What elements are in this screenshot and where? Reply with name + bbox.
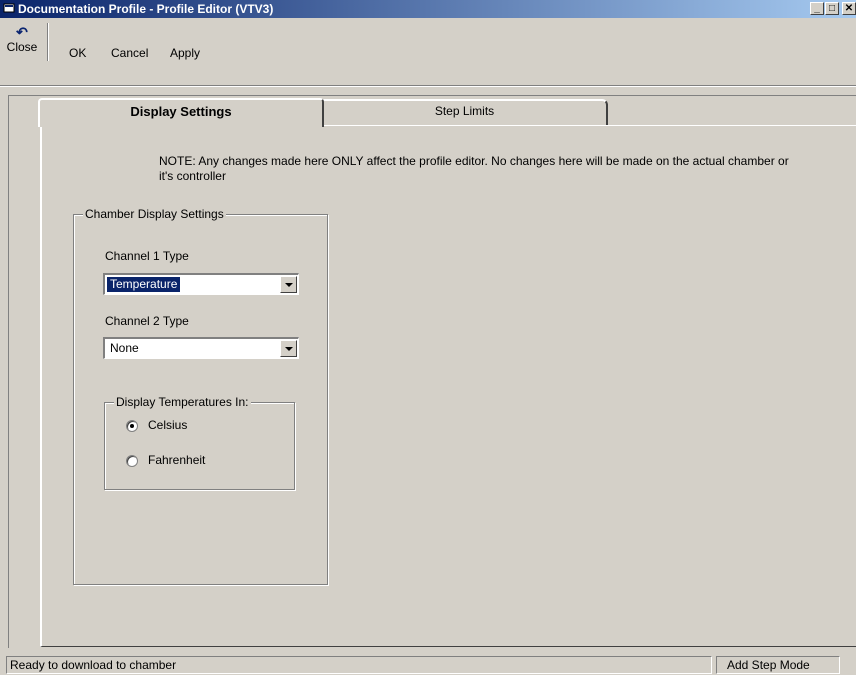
channel2-type-select[interactable]: None [103,337,299,359]
status-bar: Ready to download to chamber Add Step Mo… [0,654,856,675]
tab-display-settings[interactable]: Display Settings [38,98,324,127]
undo-icon: ↶ [16,24,28,40]
chevron-down-icon[interactable] [280,340,297,357]
close-button[interactable]: ↶ Close [1,24,43,62]
temperature-units-group [104,402,295,490]
cancel-button[interactable]: Cancel [111,46,148,60]
app-icon [3,3,15,13]
tab-step-limits[interactable]: Step Limits [322,99,608,125]
temperature-units-label: Display Temperatures In: [114,395,251,409]
window-title: Documentation Profile - Profile Editor (… [18,2,274,16]
fahrenheit-label[interactable]: Fahrenheit [148,453,205,467]
tab-strip-line [606,125,856,126]
fahrenheit-radio[interactable] [126,455,138,467]
toolbar-separator [47,23,49,61]
toolbar-divider [0,85,856,87]
status-mode: Add Step Mode [716,656,840,674]
ok-button[interactable]: OK [69,46,86,60]
tab-step-limits-label: Step Limits [434,104,495,118]
title-bar: Documentation Profile - Profile Editor (… [0,0,856,18]
maximize-button[interactable]: □ [825,2,839,15]
close-window-button[interactable]: ✕ [842,2,856,15]
channel2-type-value: None [110,341,139,355]
chevron-down-icon[interactable] [280,276,297,293]
apply-button[interactable]: Apply [170,46,200,60]
channel1-type-select[interactable]: Temperature [103,273,299,295]
channel2-type-label: Channel 2 Type [105,314,189,328]
celsius-radio[interactable] [126,420,138,432]
minimize-button[interactable]: _ [810,2,824,15]
channel1-type-value: Temperature [105,276,182,293]
chamber-display-settings-label: Chamber Display Settings [83,207,226,221]
celsius-label[interactable]: Celsius [148,418,187,432]
tab-display-settings-label: Display Settings [130,104,232,119]
close-button-label: Close [6,40,38,54]
channel1-type-label: Channel 1 Type [105,249,189,263]
note-text: NOTE: Any changes made here ONLY affect … [159,154,789,183]
status-message: Ready to download to chamber [6,656,712,674]
